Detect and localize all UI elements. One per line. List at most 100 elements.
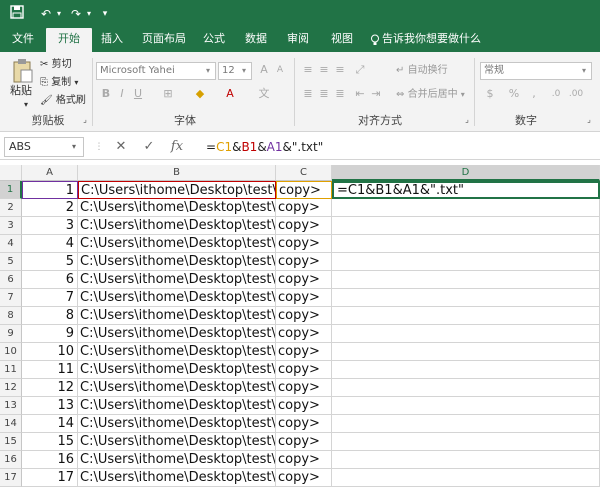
cell-d[interactable] bbox=[332, 469, 600, 487]
phonetic-icon[interactable]: 文 bbox=[256, 86, 272, 102]
column-header-b[interactable]: B bbox=[78, 165, 276, 181]
tab-insert[interactable]: 插入 bbox=[92, 28, 132, 52]
undo-dropdown-icon[interactable]: ▾ bbox=[54, 5, 64, 23]
row-header[interactable]: 6 bbox=[0, 271, 22, 289]
cell-b[interactable]: C:\Users\ithome\Desktop\test\ bbox=[78, 307, 276, 325]
align-center-icon[interactable]: ≣ bbox=[316, 86, 332, 102]
row-header[interactable]: 14 bbox=[0, 415, 22, 433]
indent-increase-icon[interactable]: ⇥ bbox=[368, 86, 384, 102]
cell-c1[interactable]: copy> bbox=[276, 181, 332, 199]
align-right-icon[interactable]: ≣ bbox=[332, 86, 348, 102]
row-header[interactable]: 13 bbox=[0, 397, 22, 415]
save-icon[interactable] bbox=[8, 5, 26, 23]
paste-button[interactable]: 粘贴 bbox=[10, 84, 32, 98]
tab-data[interactable]: 数据 bbox=[236, 28, 276, 52]
cell-b[interactable]: C:\Users\ithome\Desktop\test\ bbox=[78, 325, 276, 343]
redo-dropdown-icon[interactable]: ▾ bbox=[84, 5, 94, 23]
orientation-icon[interactable]: ⤢ bbox=[352, 62, 368, 78]
cell-b[interactable]: C:\Users\ithome\Desktop\test\ bbox=[78, 433, 276, 451]
insert-function-icon[interactable]: fx bbox=[166, 138, 188, 156]
align-bottom-icon[interactable]: ≡ bbox=[332, 62, 348, 78]
row-header[interactable]: 9 bbox=[0, 325, 22, 343]
percent-icon[interactable]: % bbox=[506, 86, 522, 102]
wrap-text-button[interactable]: ↵ 自动换行 bbox=[396, 64, 448, 78]
decrease-font-icon[interactable]: A bbox=[272, 62, 288, 78]
cell-b[interactable]: C:\Users\ithome\Desktop\test\ bbox=[78, 217, 276, 235]
increase-font-icon[interactable]: A bbox=[256, 62, 272, 78]
cell-c[interactable]: copy> bbox=[276, 199, 332, 217]
font-size-dropdown-icon[interactable]: ▾ bbox=[242, 64, 246, 78]
cell-c[interactable]: copy> bbox=[276, 325, 332, 343]
cell-b[interactable]: C:\Users\ithome\Desktop\test\ bbox=[78, 343, 276, 361]
cell-b[interactable]: C:\Users\ithome\Desktop\test\ bbox=[78, 451, 276, 469]
formula-input[interactable]: =C1&B1&A1&".txt" bbox=[200, 137, 596, 157]
cell-c[interactable]: copy> bbox=[276, 397, 332, 415]
cell-a[interactable]: 5 bbox=[22, 253, 78, 271]
customize-qat-icon[interactable]: ▾ bbox=[98, 5, 112, 23]
cell-c[interactable]: copy> bbox=[276, 469, 332, 487]
cell-c[interactable]: copy> bbox=[276, 217, 332, 235]
cell-d[interactable] bbox=[332, 361, 600, 379]
cell-d[interactable] bbox=[332, 397, 600, 415]
cell-b[interactable]: C:\Users\ithome\Desktop\test\ bbox=[78, 415, 276, 433]
cell-d[interactable] bbox=[332, 307, 600, 325]
cell-d[interactable] bbox=[332, 199, 600, 217]
cell-b1[interactable]: C:\Users\ithome\Desktop\test\ bbox=[78, 181, 276, 199]
align-left-icon[interactable]: ≣ bbox=[300, 86, 316, 102]
currency-icon[interactable]: $ bbox=[482, 86, 498, 102]
row-header[interactable]: 7 bbox=[0, 289, 22, 307]
row-header[interactable]: 17 bbox=[0, 469, 22, 487]
tell-me-search[interactable]: 告诉我你想要做什么 bbox=[382, 28, 492, 52]
copy-button[interactable]: ⎘ 复制 ▾ bbox=[40, 76, 78, 90]
borders-icon[interactable]: ⊞ bbox=[160, 86, 176, 102]
row-header[interactable]: 4 bbox=[0, 235, 22, 253]
cell-a[interactable]: 2 bbox=[22, 199, 78, 217]
cell-a[interactable]: 6 bbox=[22, 271, 78, 289]
cut-button[interactable]: ✂ 剪切 bbox=[40, 58, 72, 72]
align-top-icon[interactable]: ≡ bbox=[300, 62, 316, 78]
number-launcher-icon[interactable]: ⌟ bbox=[584, 112, 594, 128]
cell-d[interactable] bbox=[332, 271, 600, 289]
column-header-c[interactable]: C bbox=[276, 165, 332, 181]
tab-formulas[interactable]: 公式 bbox=[196, 28, 232, 52]
row-header[interactable]: 15 bbox=[0, 433, 22, 451]
cell-b[interactable]: C:\Users\ithome\Desktop\test\ bbox=[78, 397, 276, 415]
select-all-corner[interactable] bbox=[0, 165, 22, 181]
cell-d[interactable] bbox=[332, 433, 600, 451]
active-cell-d1[interactable]: =C1&B1&A1&".txt" bbox=[332, 181, 600, 199]
italic-icon[interactable]: I bbox=[114, 86, 130, 102]
format-painter-button[interactable]: 🖌 格式刷 bbox=[40, 94, 86, 108]
cell-d[interactable] bbox=[332, 253, 600, 271]
cell-a[interactable]: 14 bbox=[22, 415, 78, 433]
alignment-launcher-icon[interactable]: ⌟ bbox=[462, 112, 472, 128]
cell-b[interactable]: C:\Users\ithome\Desktop\test\ bbox=[78, 469, 276, 487]
increase-decimal-icon[interactable]: .0 bbox=[548, 86, 564, 102]
cell-c[interactable]: copy> bbox=[276, 271, 332, 289]
comma-icon[interactable]: , bbox=[526, 86, 542, 102]
tab-view[interactable]: 视图 bbox=[322, 28, 362, 52]
cell-a[interactable]: 16 bbox=[22, 451, 78, 469]
bold-icon[interactable]: B bbox=[98, 86, 114, 102]
font-dropdown-icon[interactable]: ▾ bbox=[206, 64, 210, 78]
fill-color-icon[interactable]: ◆ bbox=[192, 86, 208, 102]
cell-d[interactable] bbox=[332, 415, 600, 433]
cell-a[interactable]: 17 bbox=[22, 469, 78, 487]
number-format-select[interactable]: 常规 bbox=[480, 62, 592, 80]
cell-a[interactable]: 11 bbox=[22, 361, 78, 379]
cell-a[interactable]: 3 bbox=[22, 217, 78, 235]
cell-c[interactable]: copy> bbox=[276, 415, 332, 433]
cell-b[interactable]: C:\Users\ithome\Desktop\test\ bbox=[78, 361, 276, 379]
row-header[interactable]: 12 bbox=[0, 379, 22, 397]
cell-d[interactable] bbox=[332, 217, 600, 235]
cell-b[interactable]: C:\Users\ithome\Desktop\test\ bbox=[78, 199, 276, 217]
cell-d[interactable] bbox=[332, 289, 600, 307]
cell-a[interactable]: 8 bbox=[22, 307, 78, 325]
paste-icon[interactable] bbox=[12, 58, 34, 84]
tab-file[interactable]: 文件 bbox=[0, 28, 46, 52]
row-header[interactable]: 11 bbox=[0, 361, 22, 379]
cell-c[interactable]: copy> bbox=[276, 361, 332, 379]
row-header[interactable]: 3 bbox=[0, 217, 22, 235]
cell-d[interactable] bbox=[332, 235, 600, 253]
row-header[interactable]: 5 bbox=[0, 253, 22, 271]
row-header[interactable]: 10 bbox=[0, 343, 22, 361]
